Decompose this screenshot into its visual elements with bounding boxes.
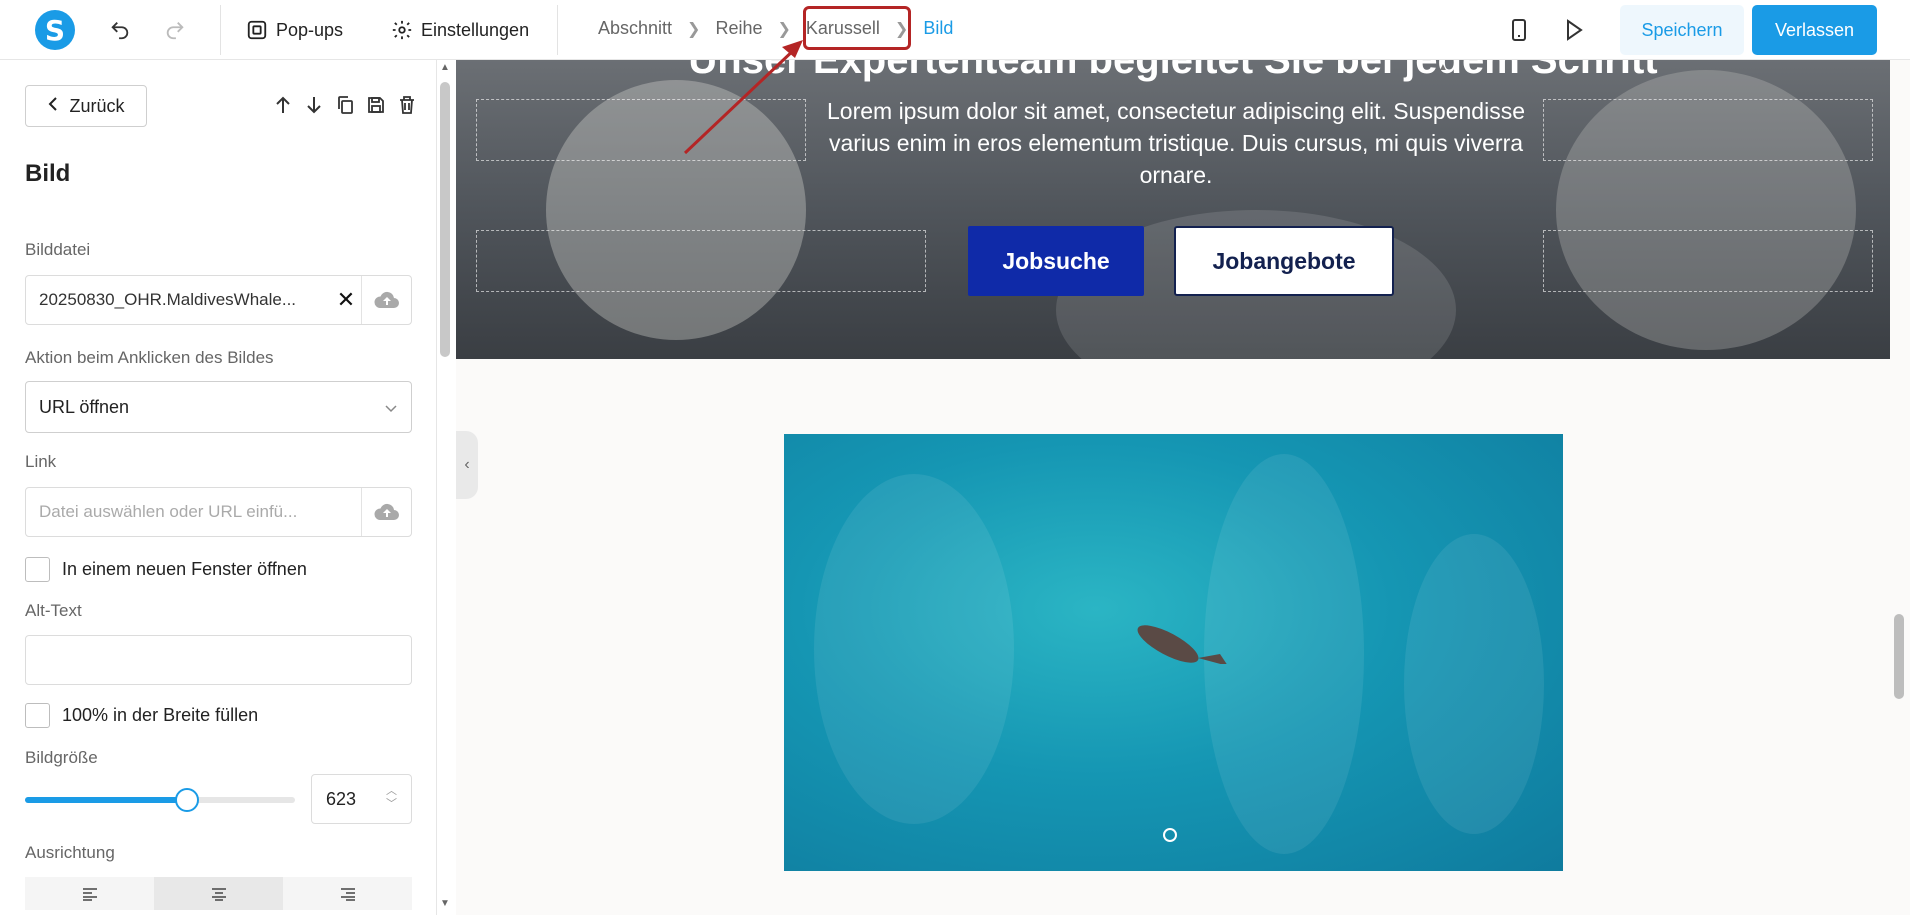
whale-shark-image [1137, 625, 1227, 664]
panel-scrollbar[interactable] [440, 82, 450, 357]
gear-icon [392, 20, 412, 40]
cloud-upload-icon[interactable] [361, 488, 411, 536]
full-width-checkbox[interactable] [25, 703, 50, 728]
undo-icon[interactable] [106, 16, 134, 44]
alt-text-input[interactable] [25, 635, 412, 685]
image-file-field[interactable]: 20250830_OHR.MaldivesWhale... ✕ [25, 275, 412, 325]
click-action-value: URL öffnen [39, 396, 130, 417]
mobile-preview-icon[interactable] [1505, 16, 1533, 44]
cloud-upload-icon[interactable] [361, 276, 411, 324]
play-icon[interactable] [1560, 16, 1588, 44]
click-action-label: Aktion beim Anklicken des Bildes [25, 348, 274, 367]
settings-label: Einstellungen [421, 19, 530, 40]
water-texture [1404, 534, 1544, 834]
water-texture [814, 474, 1014, 824]
copy-icon[interactable] [334, 94, 355, 116]
breadcrumb-item-image[interactable]: Bild [923, 18, 953, 39]
align-right-icon[interactable] [283, 877, 412, 910]
image-size-input[interactable]: 623 ︿ ﹀ [311, 774, 412, 824]
carousel-dot[interactable] [1163, 828, 1177, 842]
image-size-slider[interactable] [25, 788, 295, 812]
popups-label: Pop-ups [276, 19, 344, 40]
joboffers-button[interactable]: Jobangebote [1174, 226, 1394, 296]
settings-button[interactable]: Einstellungen [391, 16, 529, 44]
back-label: Zurück [69, 95, 125, 116]
arrow-up-icon[interactable] [272, 94, 293, 116]
canvas-scrollbar[interactable] [1894, 614, 1904, 699]
breadcrumb-item-row[interactable]: Reihe [715, 18, 762, 39]
settings-panel: Zurück Bild Bilddatei 20250830_OHR.Maldi… [0, 60, 437, 915]
link-placeholder: Datei auswählen oder URL einfü... [39, 502, 298, 521]
editor-canvas: Unser Expertenteam begleitet Sie bei jed… [456, 60, 1910, 915]
image-size-label: Bildgröße [25, 748, 98, 767]
hero-text: Lorem ipsum dolor sit amet, consectetur … [826, 98, 1525, 188]
arrow-down-icon[interactable] [303, 94, 324, 116]
image-file-label: Bilddatei [25, 240, 91, 259]
full-width-option[interactable]: 100% in der Breite füllen [25, 703, 258, 728]
new-window-option[interactable]: In einem neuen Fenster öffnen [25, 557, 307, 582]
empty-column-placeholder[interactable] [476, 230, 926, 292]
chevron-down-icon [384, 397, 398, 418]
hero-section[interactable]: Unser Expertenteam begleitet Sie bei jed… [456, 60, 1890, 359]
clear-icon[interactable]: ✕ [331, 287, 361, 313]
alignment-label: Ausrichtung [25, 843, 115, 862]
slider-thumb[interactable] [175, 788, 199, 812]
empty-column-placeholder[interactable] [1543, 230, 1873, 292]
scroll-down-icon[interactable]: ▼ [440, 898, 450, 909]
new-window-label: In einem neuen Fenster öffnen [62, 559, 307, 579]
link-label: Link [25, 452, 57, 471]
jobsearch-button[interactable]: Jobsuche [968, 226, 1144, 296]
collapse-panel-tab[interactable]: ‹ [456, 431, 478, 499]
click-action-select[interactable]: URL öffnen [25, 381, 412, 433]
app-logo: S [35, 10, 75, 50]
chevron-right-icon: ❯ [777, 20, 791, 38]
chevron-left-icon [47, 96, 59, 117]
align-left-icon[interactable] [25, 877, 154, 910]
save-button[interactable]: Speichern [1620, 5, 1744, 55]
annotation-highlight-box [803, 6, 911, 50]
alt-text-label: Alt-Text [25, 601, 82, 620]
top-bar: S Pop-ups Einstellungen Abschnitt ❯ Reih… [0, 0, 1910, 60]
alignment-control [25, 877, 412, 910]
panel-title: Bild [25, 160, 71, 187]
link-field[interactable]: Datei auswählen oder URL einfü... [25, 487, 412, 537]
scroll-up-icon[interactable]: ▲ [1438, 62, 1448, 73]
stepper-icon[interactable]: ︿ ﹀ [386, 785, 397, 811]
empty-column-placeholder[interactable] [1543, 99, 1873, 161]
save-icon[interactable] [365, 94, 386, 116]
image-file-value: 20250830_OHR.MaldivesWhale... [39, 290, 297, 309]
divider [220, 5, 221, 55]
carousel-image[interactable] [784, 434, 1563, 871]
image-size-value: 623 [326, 788, 357, 809]
chevron-right-icon: ❯ [687, 20, 701, 38]
exit-button[interactable]: Verlassen [1752, 5, 1877, 55]
popup-icon [247, 20, 267, 40]
align-center-icon[interactable] [154, 877, 283, 910]
back-button[interactable]: Zurück [25, 85, 147, 127]
divider [557, 5, 558, 55]
element-toolbar [272, 94, 417, 116]
redo-icon[interactable] [161, 16, 189, 44]
popups-button[interactable]: Pop-ups [246, 16, 343, 44]
new-window-checkbox[interactable] [25, 557, 50, 582]
chevron-left-icon: ‹ [464, 456, 470, 473]
scroll-up-icon[interactable]: ▲ [440, 62, 450, 73]
hero-heading: Unser Expertenteam begleitet Sie bei jed… [688, 60, 1658, 82]
slider-fill [25, 797, 187, 803]
full-width-label: 100% in der Breite füllen [62, 705, 259, 725]
breadcrumb-item-section[interactable]: Abschnitt [598, 18, 672, 39]
empty-column-placeholder[interactable] [476, 99, 806, 161]
trash-icon[interactable] [396, 94, 417, 116]
